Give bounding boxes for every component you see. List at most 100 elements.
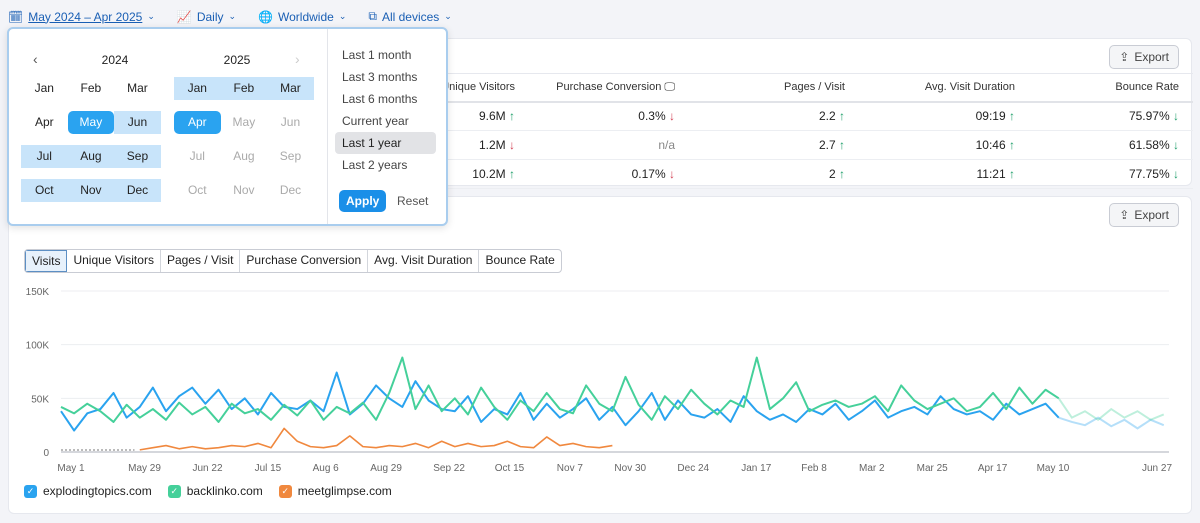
table-cell: 11:21 ↑ [859, 159, 1029, 189]
preset-option[interactable]: Last 6 months [335, 88, 436, 110]
legend-item[interactable]: ✓ meetglimpse.com [278, 484, 392, 498]
x-tick-label: Sep 22 [433, 463, 465, 474]
month-jan[interactable]: Jan [174, 77, 221, 100]
month-nov[interactable]: Nov [67, 179, 115, 202]
preset-option[interactable]: Current year [335, 110, 436, 132]
checkbox-checked-icon[interactable]: ✓ [167, 484, 181, 498]
cell-value: n/a [658, 138, 675, 152]
month-jun: Jun [280, 115, 301, 129]
cell-value: 10.2M [472, 167, 506, 181]
chevron-down-icon: ⌄ [228, 11, 237, 21]
apply-button[interactable]: Apply [339, 190, 387, 212]
checkbox-checked-icon[interactable]: ✓ [24, 484, 37, 498]
month-oct[interactable]: Oct [21, 179, 68, 202]
header-label: Unique Visitors [441, 81, 515, 94]
month-may[interactable]: May [67, 111, 115, 134]
month-sep[interactable]: Sep [114, 145, 161, 168]
table-cell: 10:46 ↑ [859, 130, 1029, 160]
month-jul[interactable]: Jul [21, 145, 68, 168]
next-year-icon[interactable]: › [295, 51, 300, 67]
month-may: May [232, 115, 256, 129]
month-mar[interactable]: Mar [267, 77, 314, 100]
month-apr[interactable]: Apr [174, 111, 221, 134]
x-tick-label: Jul 15 [255, 463, 282, 474]
series-line-meetglimpse.com [139, 427, 613, 451]
month-dec[interactable]: Dec [114, 179, 161, 202]
month-jun[interactable]: Jun [114, 111, 161, 134]
months-grid-2025: Jan Feb Mar Apr May Jun Jul Aug Sep Oct Nov Dec [174, 77, 314, 202]
devices-icon: ⧉ [368, 9, 377, 23]
header-label: Pages / Visit [784, 81, 845, 94]
cell-value: 2 [828, 167, 836, 181]
checkbox-checked-icon[interactable]: ✓ [278, 484, 292, 498]
month-feb[interactable]: Feb [68, 77, 115, 100]
date-range-dropdown[interactable]: 🗓 May 2024 – Apr 2025 ⌄ [8, 9, 155, 24]
arrow-down-icon: ↓ [1169, 167, 1179, 181]
table-cell: 2.7 ↑ [689, 130, 859, 160]
cell-value: 75.97% [1128, 109, 1170, 124]
legend-item[interactable]: ✓ backlinko.com [167, 484, 263, 498]
month-feb[interactable]: Feb [220, 77, 268, 100]
arrow-up-icon: ↑ [1005, 138, 1015, 152]
granularity-dropdown[interactable]: 📈 Daily ⌄ [177, 9, 236, 24]
column-header: Pages / Visit [689, 73, 859, 103]
legend-item[interactable]: ✓ explodingtopics.com [24, 484, 152, 498]
month-dec: Dec [279, 183, 302, 197]
preset-option[interactable]: Last 3 months [335, 66, 436, 88]
date-range-picker: ‹ 2024 2025 › Jan Feb Mar Apr May Jun Jul Aug Se… [7, 27, 448, 226]
month-sep: Sep [279, 149, 302, 163]
x-tick-label: Dec 24 [677, 463, 709, 474]
y-tick-label: 0 [43, 448, 49, 459]
month-mar[interactable]: Mar [114, 77, 161, 100]
x-tick-label: May 1 [57, 463, 85, 474]
export-button[interactable]: ⇪ Export [1109, 45, 1179, 69]
table-cell: 0.3% ↓ [529, 101, 689, 131]
table-cell: 2 ↑ [689, 159, 859, 189]
arrow-down-icon: ↓ [665, 167, 675, 181]
x-tick-label: Oct 15 [495, 463, 525, 474]
cell-value: 0.3% [638, 109, 666, 124]
calendar-icon: 🗓 [8, 9, 24, 24]
forecast-line-backlinko.com [1057, 397, 1165, 422]
cell-value: 61.58% [1128, 138, 1170, 152]
table-cell: 2.2 ↑ [689, 101, 859, 131]
month-jan[interactable]: Jan [21, 77, 68, 100]
cell-value: 10:46 [975, 138, 1006, 152]
prev-year-icon[interactable]: ‹ [33, 51, 38, 67]
arrow-up-icon: ↑ [835, 167, 845, 181]
column-header: Purchase Conversion 🖵 [529, 73, 689, 103]
preset-option[interactable]: Last 2 years [335, 154, 436, 176]
x-tick-label: Mar 2 [859, 463, 885, 474]
left-year: 2024 [101, 53, 129, 67]
arrow-up-icon: ↑ [505, 109, 515, 124]
arrow-up-icon: ↑ [1005, 167, 1015, 181]
preset-option[interactable]: Last 1 year [335, 132, 436, 154]
devices-label: All devices [381, 9, 440, 24]
x-tick-label: Nov 7 [557, 463, 584, 474]
devices-dropdown[interactable]: ⧉ All devices ⌄ [368, 9, 451, 24]
cell-value: 2.7 [818, 138, 836, 152]
month-oct: Oct [187, 183, 207, 197]
month-aug[interactable]: Aug [67, 145, 115, 168]
arrow-down-icon: ↓ [1169, 138, 1179, 152]
arrow-down-icon: ↓ [665, 109, 675, 124]
line-chart-icon: 📈 [176, 9, 192, 24]
table-cell: n/a [529, 130, 689, 160]
cell-value: 2.2 [818, 109, 836, 124]
cell-value: 0.17% [631, 167, 666, 181]
month-apr[interactable]: Apr [21, 111, 68, 134]
region-label: Worldwide [278, 9, 334, 24]
months-grid-2024: Jan Feb Mar Apr May Jun Jul Aug Sep Oct Nov Dec [21, 77, 161, 202]
right-year: 2025 [223, 53, 251, 67]
x-tick-label: Aug 6 [313, 463, 340, 474]
region-dropdown[interactable]: 🌐 Worldwide ⌄ [258, 9, 346, 24]
chevron-down-icon: ⌄ [338, 11, 347, 21]
table-cell: 77.75% ↓ [1029, 159, 1193, 189]
arrow-up-icon: ↑ [1005, 109, 1015, 124]
column-header: Avg. Visit Duration [859, 73, 1029, 103]
x-tick-label: May 10 [1037, 463, 1070, 474]
chevron-down-icon: ⌄ [147, 11, 155, 21]
preset-option[interactable]: Last 1 month [335, 44, 436, 66]
reset-button[interactable]: Reset [397, 194, 428, 208]
cell-value: 77.75% [1128, 167, 1170, 181]
